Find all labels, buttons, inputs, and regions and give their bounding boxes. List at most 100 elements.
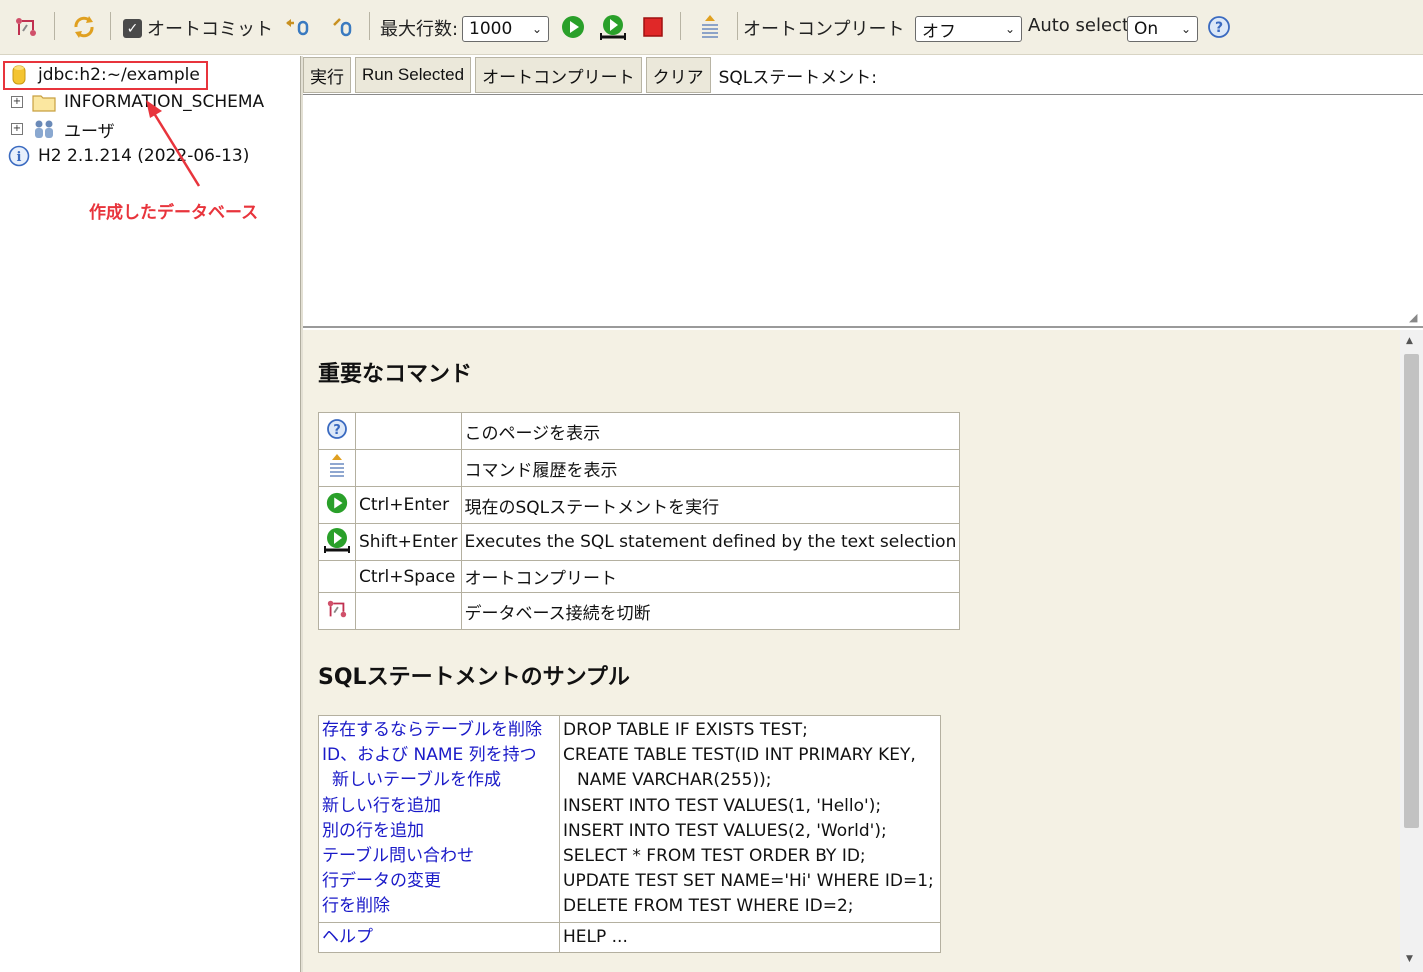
table-cell (355, 412, 462, 450)
samples-heading: SQLステートメントのサンプル (318, 665, 630, 690)
table-row: Shift+Enter Executes the SQL statement d… (318, 523, 961, 561)
sample-sql-line: INSERT INTO TEST VALUES(2, 'World'); (563, 820, 887, 841)
table-cell: Ctrl+Space (355, 560, 462, 593)
table-cell (318, 486, 356, 524)
run-icon[interactable] (559, 12, 587, 42)
run-selected-button[interactable]: Run Selected (355, 57, 472, 93)
sample-link-update[interactable]: 行データの変更 (322, 871, 441, 891)
disconnect-icon[interactable] (12, 12, 40, 42)
run-button[interactable]: 実行 (303, 57, 351, 93)
table-row: Ctrl+Enter 現在のSQLステートメントを実行 (318, 486, 961, 524)
toolbar-separator (110, 12, 111, 40)
autocomplete-select[interactable]: オフ ⌄ (915, 16, 1022, 42)
table-row: コマンド履歴を表示 (318, 449, 961, 487)
sample-link-create-table[interactable]: ID、および NAME 列を持つ (322, 745, 537, 765)
sql-editor: ◢ (303, 94, 1423, 328)
table-cell: コマンド履歴を表示 (460, 449, 961, 487)
sample-sql-line: INSERT INTO TEST VALUES(1, 'Hello'); (563, 795, 882, 816)
table-row: 存在するならテーブルを削除 ID、および NAME 列を持つ 新しいテーブルを作… (318, 715, 941, 923)
table-cell: DROP TABLE IF EXISTS TEST; CREATE TABLE … (559, 715, 941, 923)
autocommit-checkbox[interactable]: ✓ (123, 19, 142, 38)
table-cell: HELP ... (559, 921, 941, 953)
clear-button[interactable]: クリア (645, 57, 711, 93)
max-rows-select[interactable]: 1000 ⌄ (462, 16, 549, 42)
svg-text:?: ? (333, 423, 341, 438)
toolbar-separator (54, 12, 55, 40)
auto-select-value: On (1134, 19, 1159, 39)
disconnect-icon (327, 600, 347, 617)
help-icon[interactable]: ? (1205, 12, 1233, 42)
max-rows-value: 1000 (469, 19, 513, 39)
table-cell (355, 449, 462, 487)
table-cell (318, 449, 356, 487)
toolbar-separator (680, 12, 681, 40)
auto-select-select[interactable]: On ⌄ (1127, 16, 1198, 42)
scroll-up-icon[interactable]: ▲ (1406, 336, 1413, 346)
sample-link-insert-row[interactable]: 新しい行を追加 (322, 796, 441, 816)
main-toolbar: ✓ オートコミット 最大行数: 1000 ⌄ オートコンプリート オフ ⌄ Au… (0, 0, 1423, 55)
table-cell: Ctrl+Enter (355, 486, 462, 524)
svg-text:?: ? (1215, 20, 1223, 36)
commands-table: ? このページを表示 コマンド履歴を表示 Ctrl+Enter 現在のSQLステ… (318, 412, 961, 630)
help-output-panel: 重要なコマンド ? このページを表示 コマンド履歴を表示 Ctrl+Enter … (303, 330, 1400, 972)
stop-icon[interactable] (639, 12, 667, 42)
sql-statement-label: SQLステートメント: (718, 67, 877, 88)
run-selected-icon (324, 527, 350, 553)
annotation-label: 作成したデータベース (89, 203, 259, 223)
resize-grip-icon[interactable]: ◢ (1409, 312, 1421, 324)
max-rows-label: 最大行数: (380, 19, 459, 40)
scroll-down-icon[interactable]: ▼ (1406, 954, 1413, 964)
sample-link-insert-another[interactable]: 別の行を追加 (322, 821, 424, 841)
toolbar-separator (369, 12, 370, 40)
refresh-icon[interactable] (70, 12, 98, 42)
autocomplete-button[interactable]: オートコンプリート (475, 57, 642, 93)
toolbar-separator (737, 12, 738, 40)
table-cell: 存在するならテーブルを削除 ID、および NAME 列を持つ 新しいテーブルを作… (318, 715, 560, 923)
run-icon (326, 492, 348, 513)
table-cell: Shift+Enter (355, 523, 462, 561)
chevron-down-icon: ⌄ (531, 22, 542, 36)
table-cell: ヘルプ (318, 921, 560, 953)
query-toolbar: 実行 Run Selected オートコンプリート クリア SQLステートメント… (303, 56, 1423, 94)
chevron-down-icon: ⌄ (1180, 22, 1191, 36)
sample-sql-line: NAME VARCHAR(255)); (577, 770, 772, 791)
sample-link-help[interactable]: ヘルプ (322, 927, 373, 947)
chevron-down-icon: ⌄ (1004, 22, 1015, 36)
table-cell: このページを表示 (460, 412, 961, 450)
table-row: データベース接続を切断 (318, 592, 961, 630)
sample-link-delete[interactable]: 行を削除 (322, 896, 390, 916)
sample-link-drop-table[interactable]: 存在するならテーブルを削除 (322, 720, 542, 740)
history-icon[interactable] (696, 12, 724, 42)
sample-link-create-table-cont[interactable]: 新しいテーブルを作成 (332, 770, 501, 790)
auto-select-label: Auto select (1028, 15, 1129, 36)
output-scrollbar[interactable]: ▲ ▼ (1400, 330, 1423, 972)
sample-link-select[interactable]: テーブル問い合わせ (322, 846, 474, 866)
autocomplete-value: オフ (922, 21, 956, 42)
table-cell: 現在のSQLステートメントを実行 (460, 486, 961, 524)
sql-input[interactable] (303, 95, 1423, 326)
table-row: ヘルプ HELP ... (318, 921, 941, 953)
autocommit-label: オートコミット (147, 19, 273, 40)
table-row: Ctrl+Space オートコンプリート (318, 560, 961, 593)
sample-sql-line: CREATE TABLE TEST(ID INT PRIMARY KEY, (563, 745, 916, 766)
commands-heading: 重要なコマンド (318, 362, 473, 387)
history-icon (330, 453, 344, 477)
sample-sql-line: UPDATE TEST SET NAME='Hi' WHERE ID=1; (563, 871, 934, 892)
sample-sql-line: SELECT * FROM TEST ORDER BY ID; (563, 845, 866, 866)
scroll-thumb[interactable] (1404, 354, 1419, 828)
annotation-arrow-icon (146, 100, 201, 187)
commit-icon[interactable] (329, 12, 357, 42)
sample-sql-line: HELP ... (563, 926, 628, 947)
table-cell: ? (318, 412, 356, 450)
database-tree: jdbc:h2:~/example + INFORMATION_SCHEMA +… (0, 56, 300, 972)
table-cell: データベース接続を切断 (460, 592, 961, 630)
sample-sql-line: DROP TABLE IF EXISTS TEST; (563, 720, 808, 740)
samples-table: 存在するならテーブルを削除 ID、および NAME 列を持つ 新しいテーブルを作… (318, 715, 941, 953)
rollback-icon[interactable] (284, 12, 312, 42)
sample-sql-line: DELETE FROM TEST WHERE ID=2; (563, 896, 854, 917)
table-cell (355, 592, 462, 630)
run-selected-icon[interactable] (599, 12, 627, 42)
table-cell (318, 523, 356, 561)
table-cell (318, 560, 356, 593)
autocomplete-label: オートコンプリート (743, 19, 905, 40)
